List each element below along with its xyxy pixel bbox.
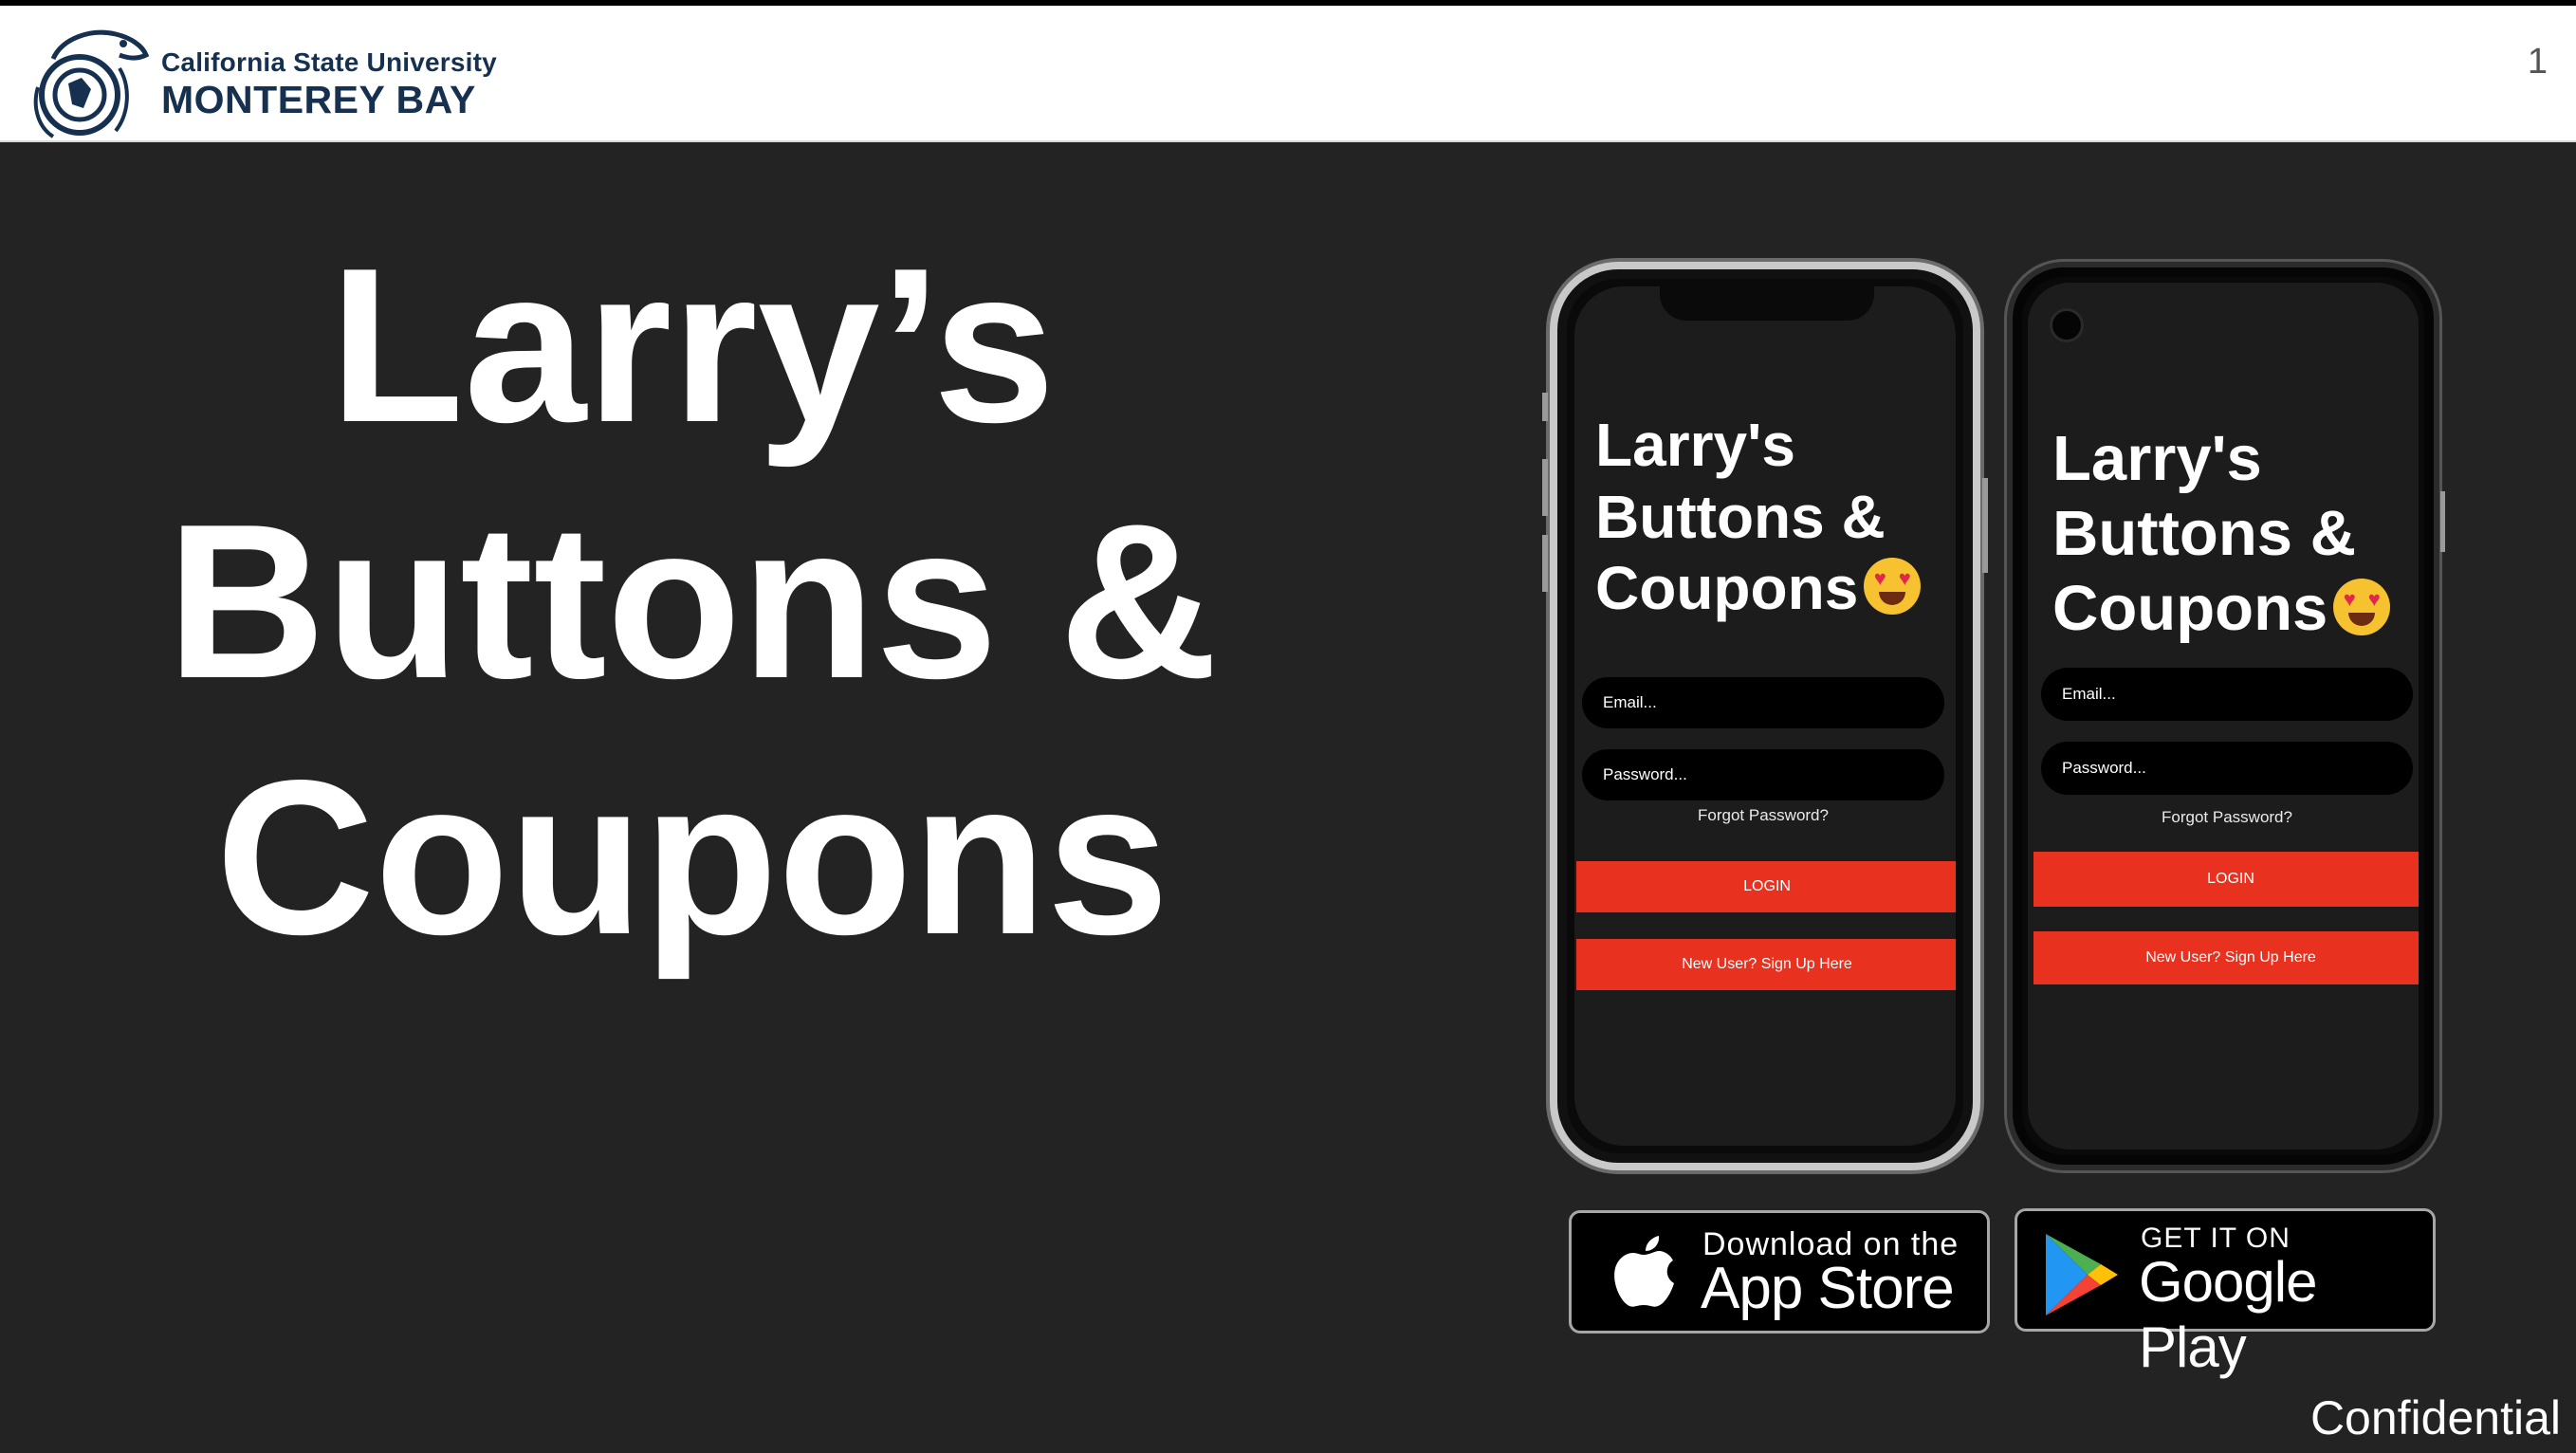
app-store-big-text: App Store [1701, 1256, 1955, 1321]
app-title-line-2: Buttons & [1595, 482, 1886, 551]
login-button[interactable]: LOGIN [2033, 852, 2419, 907]
email-field[interactable]: Email... [1582, 677, 1944, 728]
heart-eyes-emoji-icon: ♥ ♥ [1864, 558, 1922, 616]
confidential-label: Confidential [2309, 1391, 2561, 1444]
power-button [1982, 478, 1988, 573]
title-line-1: Larry’s [329, 223, 1056, 469]
heart-eyes-emoji-icon: ♥ ♥ [2333, 579, 2391, 636]
app-store-badge[interactable]: Download on the App Store [1569, 1210, 1990, 1333]
iphone-mockup: Larry's Buttons & Coupons ♥ ♥ Email... Pas… [1542, 262, 1988, 1170]
email-field[interactable]: Email... [2041, 668, 2413, 721]
app-title-line-1: Larry's [2052, 423, 2262, 494]
app-title-line-3-text: Coupons [1595, 554, 1859, 623]
google-play-icon [2046, 1234, 2118, 1315]
slide-header: California State University MONTEREY BAY… [0, 6, 2576, 142]
signup-button[interactable]: New User? Sign Up Here [1576, 939, 1956, 990]
login-button[interactable]: LOGIN [1576, 861, 1956, 912]
app-title-line-3: Coupons ♥ ♥ [1595, 553, 1956, 625]
notch [1660, 286, 1874, 321]
forgot-password-link[interactable]: Forgot Password? [2028, 808, 2419, 827]
volume-up-button [1542, 459, 1548, 516]
password-field[interactable]: Password... [1582, 749, 1944, 800]
app-title-line-3: Coupons ♥ ♥ [2052, 571, 2419, 646]
side-button [1542, 393, 1548, 421]
logo-campus-name: MONTEREY BAY [161, 78, 476, 121]
iphone-screen: Larry's Buttons & Coupons ♥ ♥ Email... Pas… [1574, 286, 1956, 1146]
logo-university-name: California State University [161, 47, 497, 77]
otter-logo-icon [33, 29, 150, 138]
apple-icon [1614, 1236, 1674, 1307]
android-mockup: Larry's Buttons & Coupons ♥ ♥ Email... Pas… [2007, 262, 2445, 1170]
front-camera-icon [2052, 311, 2081, 340]
power-button [2440, 491, 2445, 552]
signup-button[interactable]: New User? Sign Up Here [2033, 931, 2419, 984]
google-play-badge[interactable]: GET IT ON Google Play [2015, 1208, 2436, 1379]
google-play-big-text: Google Play [2139, 1250, 2317, 1379]
slide-number: 1 [2527, 42, 2548, 82]
app-title: Larry's Buttons & Coupons ♥ ♥ [2052, 421, 2419, 646]
title-line-3: Coupons [215, 735, 1169, 981]
volume-down-button [1542, 535, 1548, 592]
title-line-2: Buttons & [166, 479, 1219, 725]
app-title-line-3-text: Coupons [2052, 573, 2328, 645]
slide-title: Larry’s Buttons & Coupons [133, 218, 1252, 986]
app-title-line-1: Larry's [1595, 411, 1795, 479]
app-title: Larry's Buttons & Coupons ♥ ♥ [1595, 410, 1956, 625]
password-field[interactable]: Password... [2041, 742, 2413, 795]
app-title-line-2: Buttons & [2052, 498, 2357, 570]
android-screen: Larry's Buttons & Coupons ♥ ♥ Email... Pas… [2028, 283, 2419, 1150]
forgot-password-link[interactable]: Forgot Password? [1574, 806, 1952, 825]
